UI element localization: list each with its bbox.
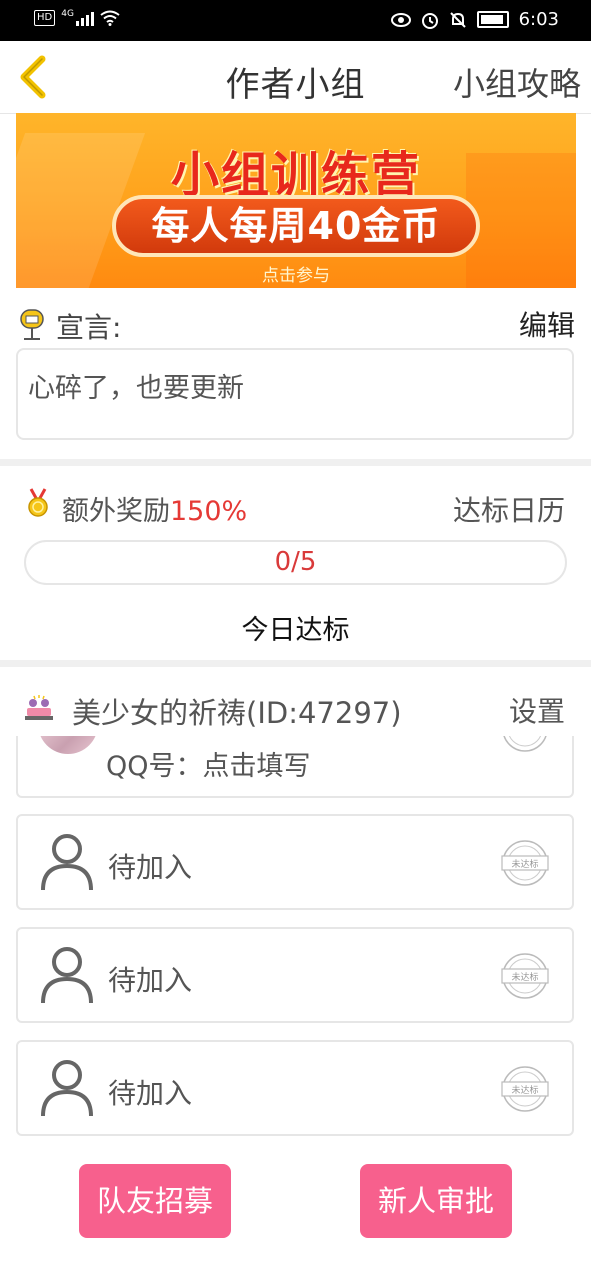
banner-cta: 点击参与 (262, 266, 330, 286)
settings-button[interactable]: 设置 (509, 690, 565, 730)
manifesto-label: 宣言: (56, 311, 122, 344)
status-left: HD 4G (34, 9, 120, 26)
group-guide-link[interactable]: 小组攻略 (453, 59, 581, 105)
extra-reward: 额外奖励150% (62, 489, 247, 528)
status-right: 6:03 (390, 9, 559, 30)
hd-badge: HD (34, 10, 56, 26)
pending-slot[interactable]: 待加入 未达标 (16, 1040, 574, 1136)
status-bar: HD 4G 6:03 (0, 0, 591, 41)
stamp-text: 未达标 (511, 858, 538, 870)
nav-bar: 作者小组 小组攻略 (0, 41, 591, 114)
group-name: 美少女的祈祷(ID:47297) (72, 696, 402, 730)
member-avatar (38, 736, 98, 754)
edit-button[interactable]: 编辑 (519, 304, 575, 344)
calendar-link[interactable]: 达标日历 (453, 489, 565, 529)
person-icon (41, 1060, 93, 1117)
status-time: 6:03 (518, 9, 559, 30)
section-divider (0, 660, 591, 667)
stamp-text: 未达标 (511, 1084, 538, 1096)
slot-label: 待加入 (108, 1077, 193, 1110)
training-camp-banner[interactable]: 小组训练营 每人每周40金币 点击参与 (16, 113, 576, 288)
member-card[interactable]: QQ号：点击填写 (16, 736, 574, 798)
member-list[interactable]: QQ号：点击填写 待加入 未达标 待加入 未达标 待加入 未达标 (0, 736, 591, 1148)
approve-button[interactable]: 新人审批 (360, 1164, 512, 1238)
progress-bar: 0/5 (24, 540, 567, 585)
network-type: 4G (61, 9, 74, 19)
section-divider (0, 459, 591, 466)
extra-reward-percent: 150% (170, 496, 248, 527)
signal-icon (75, 10, 94, 26)
stamp-icon: 未达标 (501, 1066, 549, 1112)
medal-icon (28, 488, 48, 517)
recruit-button[interactable]: 队友招募 (79, 1164, 231, 1238)
slot-label: 待加入 (108, 851, 193, 884)
stamp-icon: 未达标 (501, 840, 549, 886)
stamp-icon: 未达标 (501, 953, 549, 999)
eye-icon (390, 12, 411, 27)
slot-label: 待加入 (108, 964, 193, 997)
pending-slot[interactable]: 待加入 未达标 (16, 814, 574, 910)
mute-bell-icon (449, 11, 466, 28)
person-icon (41, 834, 93, 891)
extra-reward-label: 额外奖励 (62, 496, 170, 527)
alarm-icon (421, 12, 438, 29)
person-icon (41, 947, 93, 1004)
wifi-icon (100, 10, 120, 26)
stamp-text: 未达标 (511, 971, 538, 983)
pending-slot[interactable]: 待加入 未达标 (16, 927, 574, 1023)
stamp-icon (503, 736, 547, 752)
today-label: 今日达标 (241, 615, 350, 646)
banner-pill: 每人每周40金币 (112, 195, 480, 257)
team-icon (25, 695, 53, 720)
battery-icon (476, 11, 509, 28)
qq-field[interactable]: QQ号：点击填写 (106, 744, 311, 783)
manifesto-field[interactable]: 心碎了，也要更新 (16, 348, 574, 440)
mailbox-icon (20, 309, 44, 340)
